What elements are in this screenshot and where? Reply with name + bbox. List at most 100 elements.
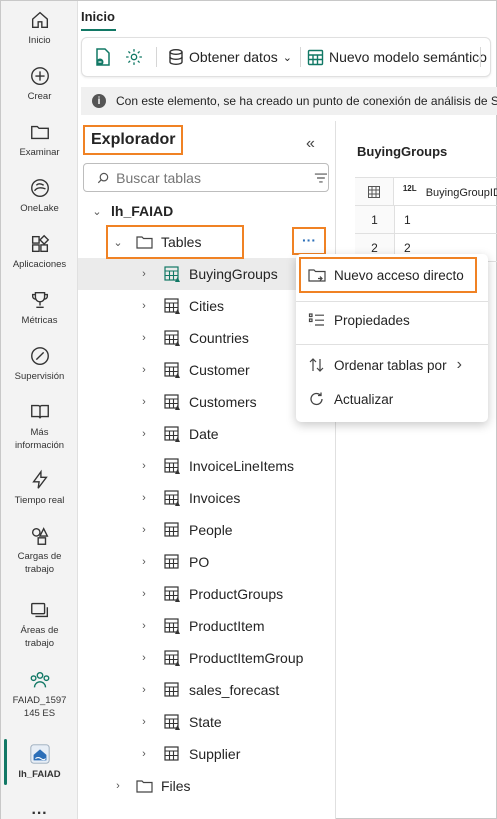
lakehouse-icon — [29, 744, 50, 764]
table-name: PO — [189, 554, 210, 570]
delta-table-icon — [164, 586, 180, 602]
rail-item-metricas[interactable]: Métricas — [1, 289, 78, 327]
rail-item-areas[interactable]: Áreas de trabajo — [1, 599, 78, 650]
table-name: Customers — [189, 394, 257, 410]
chevron-down-icon[interactable]: ⌄ — [91, 205, 103, 218]
chevron-right-icon[interactable]: › — [138, 268, 150, 280]
table-name: Invoices — [189, 490, 241, 506]
chevron-right-icon[interactable]: › — [138, 588, 150, 600]
table-name: Customer — [189, 362, 250, 378]
table-name: State — [189, 714, 222, 730]
collapse-panel-icon[interactable]: « — [306, 135, 315, 153]
rail-label: OneLake — [20, 203, 59, 214]
book-icon — [30, 404, 49, 419]
tree-files-folder[interactable]: › Files — [78, 770, 336, 802]
table-row[interactable]: › sales_forecast — [78, 674, 336, 706]
filter-icon[interactable] — [314, 172, 328, 184]
chevron-right-icon[interactable]: › — [138, 300, 150, 312]
chevron-right-icon[interactable]: › — [138, 332, 150, 344]
chevron-right-icon[interactable]: › — [138, 524, 150, 536]
chevron-right-icon[interactable]: › — [138, 396, 150, 408]
table-name: Countries — [189, 330, 249, 346]
delta-table-icon — [164, 490, 180, 506]
toolbar-separator — [480, 47, 481, 67]
chevron-right-icon[interactable]: › — [138, 460, 150, 472]
table-row[interactable]: › InvoiceLineItems — [78, 450, 336, 482]
grid-select-icon[interactable] — [355, 178, 394, 205]
rail-label: FAIAD_1597 145 ES — [12, 695, 67, 719]
delta-table-icon — [164, 650, 180, 666]
rail-label: lh_FAIAD — [18, 769, 61, 780]
table-name: ProductGroups — [189, 586, 284, 602]
table-row[interactable]: › ProductGroups — [78, 578, 336, 610]
get-data-button[interactable]: Obtener datos ⌄ — [167, 46, 292, 68]
search-input[interactable] — [116, 169, 287, 186]
chevron-right-icon[interactable]: › — [138, 556, 150, 568]
more-icon[interactable]: ··· — [1, 806, 78, 819]
table-row[interactable]: › Date — [78, 418, 336, 450]
folder-icon — [136, 780, 153, 793]
chevron-right-icon[interactable]: › — [138, 428, 150, 440]
chevron-right-icon[interactable]: › — [138, 748, 150, 760]
column-header[interactable]: 12L BuyingGroupID — [394, 184, 497, 199]
table-icon — [164, 682, 179, 697]
table-icon — [164, 554, 179, 569]
highlight-more-options — [292, 227, 326, 255]
table-row[interactable]: › People — [78, 514, 336, 546]
table-row[interactable]: › ProductItem — [78, 610, 336, 642]
highlight-tables — [106, 225, 244, 259]
toolbar-separator — [300, 47, 301, 67]
table-row[interactable]: › PO — [78, 546, 336, 578]
table-name: sales_forecast — [189, 682, 280, 698]
highlight-new-shortcut — [299, 257, 477, 293]
table-row[interactable]: › Supplier — [78, 738, 336, 770]
chevron-right-icon[interactable]: › — [138, 364, 150, 376]
tab-inicio[interactable]: Inicio — [81, 9, 115, 24]
menu-item-refresh[interactable]: Actualizar — [296, 384, 488, 414]
rail-item-workspace[interactable]: FAIAD_1597 145 ES — [1, 669, 78, 720]
chevron-right-icon[interactable]: › — [138, 620, 150, 632]
rail-item-aplicaciones[interactable]: Aplicaciones — [1, 233, 78, 271]
chevron-right-icon[interactable]: › — [138, 684, 150, 696]
column-name: BuyingGroupID — [425, 186, 497, 199]
table-row[interactable]: › State — [78, 706, 336, 738]
chevron-right-icon: › — [456, 356, 462, 373]
tree-lakehouse[interactable]: ⌄ lh_FAIAD — [78, 195, 336, 227]
rail-label: Inicio — [28, 35, 51, 46]
rail-label: Examinar — [19, 147, 60, 158]
table-icon — [307, 49, 324, 65]
delta-table-icon — [164, 266, 180, 282]
rail-item-lakehouse[interactable]: lh_FAIAD — [1, 743, 78, 781]
table-row[interactable]: › ProductItemGroup — [78, 642, 336, 674]
info-icon: i — [92, 94, 106, 108]
menu-label: Ordenar tablas por — [334, 357, 447, 373]
chevron-right-icon[interactable]: › — [112, 780, 124, 792]
table-icon — [164, 746, 179, 761]
info-banner: i Con este elemento, se ha creado un pun… — [81, 87, 497, 115]
rail-item-tiempo-real[interactable]: Tiempo real — [1, 469, 78, 507]
settings-button[interactable] — [124, 46, 144, 68]
search-box — [83, 163, 329, 192]
chevron-right-icon[interactable]: › — [138, 652, 150, 664]
workspaces-icon — [30, 602, 48, 618]
chevron-right-icon[interactable]: › — [138, 716, 150, 728]
table-row[interactable]: › Invoices — [78, 482, 336, 514]
rail-item-onelake[interactable]: OneLake — [1, 177, 78, 215]
rail-item-inicio[interactable]: Inicio — [1, 9, 78, 47]
rail-item-supervision[interactable]: Supervisión — [1, 345, 78, 383]
table-name: Date — [189, 426, 219, 442]
rail-item-crear[interactable]: Crear — [1, 65, 78, 103]
rail-item-examinar[interactable]: Examinar — [1, 121, 78, 159]
onelake-icon — [30, 179, 49, 197]
rail-item-mas-informacion[interactable]: Más información — [1, 401, 78, 452]
table-name: ProductItemGroup — [189, 650, 304, 666]
chevron-right-icon[interactable]: › — [138, 492, 150, 504]
home-icon — [31, 11, 48, 29]
grid-row: 1 1 — [355, 206, 497, 234]
folder-icon — [30, 125, 49, 140]
rail-item-cargas[interactable]: Cargas de trabajo — [1, 525, 78, 576]
new-semantic-model-button[interactable]: Nuevo modelo semántico — [307, 46, 487, 68]
menu-item-properties[interactable]: Propiedades — [296, 305, 488, 335]
new-item-button[interactable] — [94, 46, 112, 68]
menu-item-sort-tables[interactable]: Ordenar tablas por › — [296, 350, 488, 380]
